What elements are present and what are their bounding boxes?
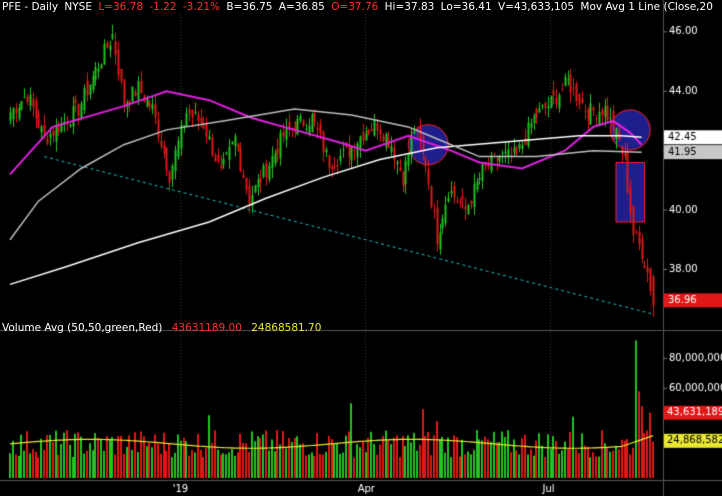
low-price: Lo=36.41	[440, 1, 492, 13]
volume-value: V=43,633,105	[497, 1, 575, 13]
bid-price: B=36.75	[226, 1, 273, 13]
volume-header: Volume Avg (50,50,green,Red) 43631189.00…	[2, 322, 327, 334]
open-price: O=37.76	[331, 1, 379, 13]
last-price: L=36.78	[98, 1, 144, 13]
chart-header: PFE - Daily NYSE L=36.78 -1.22 -3.21% B=…	[2, 1, 716, 13]
ask-price: A=36.85	[278, 1, 325, 13]
stock-chart-canvas	[0, 0, 722, 496]
exchange-label: NYSE	[64, 1, 92, 13]
volume-value-2: 24868581.70	[251, 322, 322, 334]
high-price: Hi=37.83	[384, 1, 435, 13]
ticker-label: PFE - Daily	[2, 1, 59, 13]
change-value: -1.22	[149, 1, 177, 13]
volume-value-1: 43631189.00	[171, 322, 242, 334]
volume-study-label: Volume Avg (50,50,green,Red)	[2, 322, 163, 334]
change-percent: -3.21%	[182, 1, 221, 13]
study-label: Mov Avg 1 Line (Close,20	[580, 1, 713, 13]
